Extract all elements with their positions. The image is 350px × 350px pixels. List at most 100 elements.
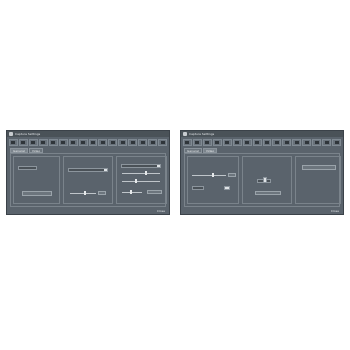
- dropdown-select[interactable]: [121, 164, 161, 168]
- slider-thumb[interactable]: [212, 173, 214, 177]
- audio-icon-glyph: [100, 141, 105, 144]
- slider-track[interactable]: [70, 193, 96, 194]
- menu-icon[interactable]: [322, 139, 332, 146]
- capture-icon[interactable]: [202, 139, 212, 146]
- app-icon: [183, 132, 187, 136]
- text-field[interactable]: [18, 166, 37, 170]
- audio-icon[interactable]: [272, 139, 282, 146]
- panel-left: [187, 156, 239, 204]
- help-icon[interactable]: [118, 139, 128, 146]
- chevron-down-icon: [104, 169, 107, 171]
- menu-icon-glyph: [150, 141, 155, 144]
- small-button[interactable]: [98, 191, 106, 195]
- stop-icon-glyph: [225, 141, 230, 144]
- lock-icon[interactable]: [138, 139, 148, 146]
- menu-icon-glyph: [324, 141, 329, 144]
- more-icon-glyph: [160, 141, 165, 144]
- value-box[interactable]: [263, 177, 267, 183]
- stop-icon-glyph: [51, 141, 56, 144]
- chevron-down-icon: [157, 165, 160, 167]
- lock-icon-glyph: [314, 141, 319, 144]
- grid-icon[interactable]: [242, 139, 252, 146]
- zoom-icon[interactable]: [252, 139, 262, 146]
- help-icon[interactable]: [292, 139, 302, 146]
- help-icon-glyph: [120, 141, 125, 144]
- camera-icon[interactable]: [108, 139, 118, 146]
- panel-right: [295, 156, 341, 204]
- info-icon[interactable]: [302, 139, 312, 146]
- slider-thumb[interactable]: [145, 171, 147, 175]
- slider-track[interactable]: [122, 181, 160, 182]
- play-icon-glyph: [215, 141, 220, 144]
- view-icon-glyph: [90, 141, 95, 144]
- value-box[interactable]: [224, 186, 230, 190]
- grid-icon-glyph: [245, 141, 250, 144]
- stop-icon[interactable]: [48, 139, 58, 146]
- capture-icon-glyph: [205, 141, 210, 144]
- window-title: Capture Settings: [189, 132, 215, 136]
- small-button[interactable]: [228, 173, 236, 177]
- zoom-icon[interactable]: [78, 139, 88, 146]
- window-title: Capture Settings: [15, 132, 41, 136]
- info-icon-glyph: [130, 141, 135, 144]
- zoom-icon-glyph: [255, 141, 260, 144]
- close-label[interactable]: Close: [157, 209, 165, 213]
- stop-icon[interactable]: [222, 139, 232, 146]
- camera-icon-glyph: [284, 141, 289, 144]
- back-icon[interactable]: [9, 139, 18, 146]
- app-icon: [9, 132, 13, 136]
- lock-icon-glyph: [140, 141, 145, 144]
- small-button[interactable]: [147, 190, 162, 194]
- action-button[interactable]: [22, 191, 52, 196]
- grid-icon[interactable]: [68, 139, 78, 146]
- slider-track[interactable]: [122, 173, 160, 174]
- audio-icon-glyph: [274, 141, 279, 144]
- dropdown-select[interactable]: [68, 168, 108, 172]
- camera-icon[interactable]: [282, 139, 292, 146]
- play-icon[interactable]: [38, 139, 48, 146]
- play-icon[interactable]: [212, 139, 222, 146]
- slider-track[interactable]: [122, 192, 142, 193]
- view-icon-glyph: [264, 141, 269, 144]
- settings-icon[interactable]: [232, 139, 242, 146]
- view-icon[interactable]: [88, 139, 98, 146]
- close-label[interactable]: Close: [331, 209, 339, 213]
- forward-icon-glyph: [21, 141, 26, 144]
- text-field[interactable]: [192, 186, 204, 190]
- tab-content: [184, 153, 341, 207]
- grid-icon-glyph: [71, 141, 76, 144]
- slider-thumb[interactable]: [84, 191, 86, 195]
- title-bar: Capture Settings: [181, 131, 343, 137]
- forward-icon[interactable]: [192, 139, 202, 146]
- title-bar: Capture Settings: [7, 131, 169, 137]
- back-icon-glyph: [11, 141, 16, 144]
- capture-icon-glyph: [31, 141, 36, 144]
- more-icon[interactable]: [332, 139, 341, 146]
- panel-middle: [63, 156, 113, 204]
- settings-icon[interactable]: [58, 139, 68, 146]
- forward-icon[interactable]: [18, 139, 28, 146]
- action-button[interactable]: [255, 191, 281, 195]
- info-icon[interactable]: [128, 139, 138, 146]
- settings-icon-glyph: [235, 141, 240, 144]
- panel-middle: [242, 156, 292, 204]
- panel-left: [13, 156, 60, 204]
- settings-window-left: Capture Settings General Video Close: [6, 130, 170, 215]
- forward-icon-glyph: [195, 141, 200, 144]
- slider-thumb[interactable]: [135, 179, 137, 183]
- action-button[interactable]: [302, 165, 336, 170]
- slider-track[interactable]: [192, 175, 226, 176]
- toolbar: [9, 139, 167, 146]
- menu-icon[interactable]: [148, 139, 158, 146]
- help-icon-glyph: [294, 141, 299, 144]
- panel-right: [116, 156, 167, 204]
- lock-icon[interactable]: [312, 139, 322, 146]
- more-icon[interactable]: [158, 139, 167, 146]
- view-icon[interactable]: [262, 139, 272, 146]
- settings-window-right: Capture Settings General Video Close: [180, 130, 344, 215]
- back-icon[interactable]: [183, 139, 192, 146]
- capture-icon[interactable]: [28, 139, 38, 146]
- audio-icon[interactable]: [98, 139, 108, 146]
- slider-thumb[interactable]: [130, 190, 132, 194]
- camera-icon-glyph: [110, 141, 115, 144]
